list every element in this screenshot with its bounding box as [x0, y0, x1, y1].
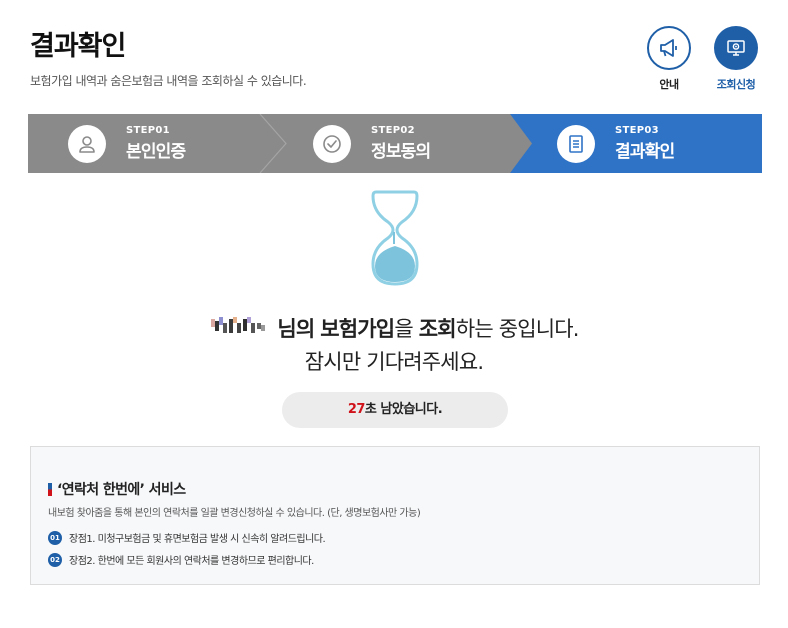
countdown-timer: 27초 남았습니다. — [282, 392, 508, 428]
guide-label: 안내 — [659, 78, 679, 91]
hourglass-icon — [365, 188, 425, 292]
step-name: 결과확인 — [615, 142, 675, 162]
benefit-text: 장점2. 한번에 모든 회원사의 연락처를 변경하므로 편리합니다. — [69, 556, 314, 567]
step-progress-bar: STEP01 본인인증 STEP02 정보동의 STEP03 결과확인 — [28, 114, 762, 173]
service-title-row: ‘연락처 한번에’ 서비스 — [48, 479, 186, 499]
contact-service-box: ‘연락처 한번에’ 서비스 내보험 찾아줌을 통해 본인의 연락처를 일괄 변경… — [30, 446, 760, 585]
number-badge: 02 — [48, 552, 62, 567]
guide-button[interactable]: 안내 — [639, 26, 699, 92]
step-identity-verification: STEP01 본인인증 — [68, 114, 186, 173]
service-benefit-item: 02 장점2. 한번에 모든 회원사의 연락처를 변경하므로 편리합니다. — [48, 552, 314, 567]
step-result-check: STEP03 결과확인 — [557, 114, 675, 173]
inquiry-apply-label: 조회신청 — [716, 78, 756, 91]
msg-tail: 하는 중입니다. — [455, 317, 580, 341]
step-number: STEP03 — [615, 125, 659, 136]
name-suffix: 님의 — [277, 317, 315, 341]
number-badge: 01 — [48, 530, 62, 545]
masked-user-name — [209, 317, 275, 339]
page-subtitle: 보험가입 내역과 숨은보험금 내역을 조회하실 수 있습니다. — [30, 74, 307, 88]
step-info-consent: STEP02 정보동의 — [313, 114, 431, 173]
monitor-icon — [714, 26, 758, 70]
service-benefit-item: 01 장점1. 미청구보험금 및 휴면보험금 발생 시 신속히 알려드립니다. — [48, 530, 326, 545]
timer-suffix: 초 남았습니다. — [364, 402, 443, 417]
msg-particle: 을 — [394, 317, 413, 341]
page-title: 결과확인 — [30, 31, 126, 62]
service-title: ‘연락처 한번에’ 서비스 — [57, 482, 186, 498]
check-circle-icon — [313, 124, 351, 163]
document-icon — [557, 124, 595, 163]
step-number: STEP01 — [126, 125, 170, 136]
step-number: STEP02 — [371, 125, 415, 136]
highlight-inquiry: 조회 — [418, 317, 457, 341]
megaphone-icon — [647, 26, 691, 70]
benefit-text: 장점1. 미청구보험금 및 휴면보험금 발생 시 신속히 알려드립니다. — [69, 534, 326, 545]
timer-seconds: 27 — [347, 402, 366, 417]
flag-icon — [48, 482, 52, 496]
user-icon — [68, 124, 106, 163]
inquiry-apply-button[interactable]: 조회신청 — [706, 26, 766, 92]
service-description: 내보험 찾아줌을 통해 본인의 연락처를 일괄 변경신청하실 수 있습니다. (… — [48, 508, 421, 519]
loading-message: 님의 보험가입을 조회하는 중입니다. — [0, 313, 788, 343]
wait-message: 잠시만 기다려주세요. — [304, 350, 484, 374]
highlight-insurance: 보험가입 — [320, 317, 395, 341]
step-name: 정보동의 — [371, 142, 431, 162]
step-name: 본인인증 — [126, 142, 186, 162]
